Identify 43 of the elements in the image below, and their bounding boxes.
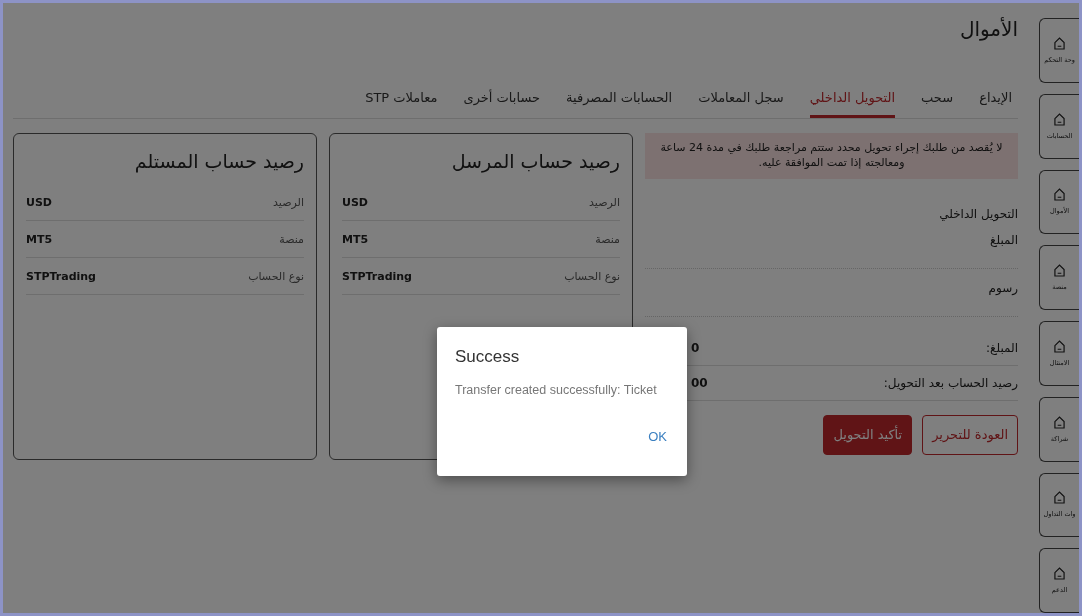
row-value: USD xyxy=(26,195,52,209)
row-value: STPTrading xyxy=(342,269,412,283)
amount-label: المبلغ xyxy=(989,232,1018,247)
tab[interactable]: معاملات STP xyxy=(365,86,438,118)
row-label: نوع الحساب xyxy=(248,269,304,283)
house-icon xyxy=(1054,567,1065,581)
house-icon xyxy=(1054,188,1065,202)
tab[interactable]: حسابات أخرى xyxy=(463,86,541,118)
row-label: الرصيد xyxy=(273,195,304,209)
row-value: MT5 xyxy=(342,232,369,246)
tab[interactable]: الإيداع xyxy=(979,86,1012,118)
tab[interactable]: سجل المعاملات xyxy=(698,86,784,118)
house-icon xyxy=(1054,339,1065,353)
ok-button[interactable]: OK xyxy=(646,427,669,446)
house-icon xyxy=(1054,415,1065,429)
notice-banner: لا يُقصد من طلبك إجراء تحويل محدد ستتم مراجعة طلبك في مدة 24 ساعة ومعالجته إذا تمت الموافقة عليه. xyxy=(645,133,1018,179)
tab[interactable]: الحسابات المصرفية xyxy=(566,86,673,118)
section-label: التحويل الداخلي xyxy=(938,206,1018,221)
row-label: نوع الحساب xyxy=(564,269,620,283)
house-icon xyxy=(1054,264,1065,278)
action-button[interactable]: تأكيد التحويل xyxy=(823,414,913,455)
dialog-title: Success xyxy=(455,347,521,367)
row-label: منصة xyxy=(595,232,620,246)
summary-value: 0 xyxy=(691,340,700,355)
row-value: STPTrading xyxy=(26,269,96,283)
page-title: الأموال xyxy=(958,17,1018,41)
row-value: MT5 xyxy=(26,232,53,246)
tab[interactable]: التحويل الداخلي xyxy=(809,86,896,118)
house-icon xyxy=(1054,36,1065,50)
dialog-message: Transfer created successfully: Ticket xyxy=(455,383,658,397)
summary-label: رصيد الحساب بعد التحويل: xyxy=(883,375,1018,390)
row-label: منصة xyxy=(279,232,304,246)
row-value: USD xyxy=(342,195,368,209)
fee-label: رسوم xyxy=(987,280,1018,295)
tab[interactable]: سحب xyxy=(921,86,954,118)
card-title: رصيد حساب المستلم xyxy=(133,150,304,172)
summary-value: 00 xyxy=(691,375,708,390)
summary-label: المبلغ: xyxy=(986,340,1018,355)
house-icon xyxy=(1054,112,1065,126)
card-title: رصيد حساب المرسل xyxy=(450,150,620,172)
house-icon xyxy=(1054,491,1065,505)
row-label: الرصيد xyxy=(589,195,620,209)
action-button[interactable]: العودة للتحرير xyxy=(922,414,1018,455)
